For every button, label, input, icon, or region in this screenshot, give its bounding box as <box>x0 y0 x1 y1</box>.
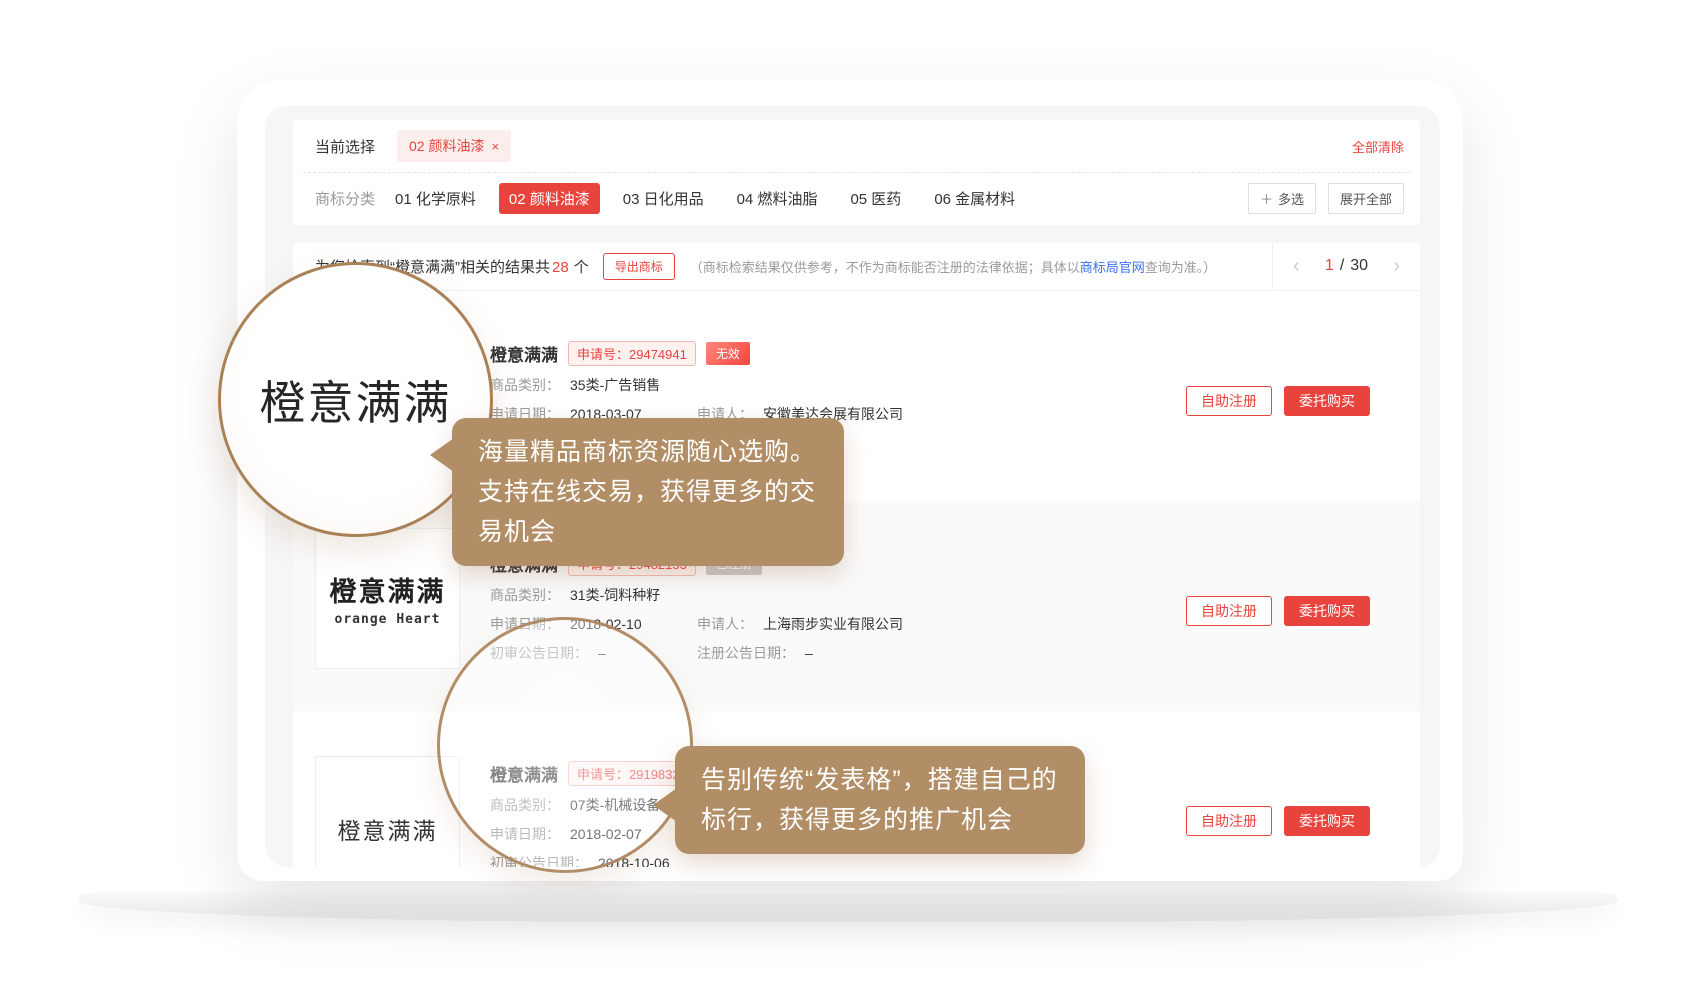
field-value: – <box>805 645 813 661</box>
marketplace-tooltip-text: 海量精品商标资源随心选购。支持在线交易，获得更多的交易机会 <box>478 438 816 546</box>
field-value: 35类-广告销售 <box>570 377 660 393</box>
entrust-purchase-button[interactable]: 委托购买 <box>1284 596 1370 626</box>
category-tools: ＋ 多选 展开全部 <box>1248 183 1404 214</box>
category-item-02-selected[interactable]: 02 颜料油漆 <box>499 183 600 214</box>
current-selection-row: 当前选择 02 颜料油漆 × 全部清除 <box>293 120 1420 172</box>
selected-filter-tag-label: 02 颜料油漆 <box>409 136 484 156</box>
disclaimer-text-post: 查询为准。） <box>1145 260 1217 275</box>
page-separator: / <box>1340 257 1344 275</box>
category-item-04[interactable]: 04 燃料油脂 <box>737 188 818 209</box>
magnifier-circle-row <box>437 617 693 873</box>
prev-page-icon[interactable]: ‹ <box>1293 256 1300 276</box>
laptop-base <box>78 893 1618 922</box>
trademark-image-text-en: orange Heart <box>335 612 441 627</box>
promotion-tooltip-text: 告别传统“发表格”，搭建自己的标行，获得更多的推广机会 <box>701 766 1058 834</box>
row-actions: 自助注册 委托购买 <box>1186 806 1370 836</box>
status-badge: 无效 <box>706 342 750 365</box>
application-number-label: 申请号： <box>577 347 629 362</box>
selected-filter-tag[interactable]: 02 颜料油漆 × <box>397 130 511 162</box>
results-count: 28 <box>552 259 569 276</box>
row-actions: 自助注册 委托购买 <box>1186 596 1370 626</box>
filter-card: 当前选择 02 颜料油漆 × 全部清除 商标分类 01 化学原料 02 颜料油漆… <box>293 120 1420 225</box>
trademark-image-text-cn: 橙意满满 <box>338 812 438 846</box>
trademark-image: 橙意满满 orange Heart <box>315 528 460 669</box>
category-item-06[interactable]: 06 金属材料 <box>934 188 1015 209</box>
magnified-trademark-text: 橙意满满 <box>260 367 452 433</box>
category-item-05[interactable]: 05 医药 <box>850 188 901 209</box>
applicant-field: 申请人： 上海雨步实业有限公司 <box>697 614 903 634</box>
self-register-button[interactable]: 自助注册 <box>1186 806 1272 836</box>
tooltip-arrow-icon <box>653 788 677 822</box>
field-value: 上海雨步实业有限公司 <box>763 616 903 632</box>
expand-all-button[interactable]: 展开全部 <box>1328 183 1404 214</box>
registration-publication-field: 注册公告日期：– <box>697 643 813 663</box>
category-label: 商标分类 <box>315 188 375 209</box>
trademark-name[interactable]: 橙意满满 <box>490 341 558 366</box>
clear-all-button[interactable]: 全部清除 <box>1352 137 1404 156</box>
disclaimer-text-pre: （商标检索结果仅供参考，不作为商标能否注册的法律依据；具体以 <box>690 260 1080 275</box>
remove-filter-icon[interactable]: × <box>491 140 499 153</box>
plus-icon: ＋ <box>1260 189 1273 208</box>
multi-select-button[interactable]: ＋ 多选 <box>1248 183 1316 214</box>
application-number-tag: 申请号：29474941 <box>568 341 696 366</box>
category-item-03[interactable]: 03 日化用品 <box>623 188 704 209</box>
application-number: 29474941 <box>629 347 687 362</box>
trademark-image-text-cn: 橙意满满 <box>330 570 446 609</box>
field-label: 商品类别： <box>490 587 560 603</box>
self-register-button[interactable]: 自助注册 <box>1186 596 1272 626</box>
self-register-button[interactable]: 自助注册 <box>1186 386 1272 416</box>
results-unit: 个 <box>574 259 589 276</box>
row-actions: 自助注册 委托购买 <box>1186 386 1370 416</box>
field-value: 31类-饲料种籽 <box>570 587 660 603</box>
page-background: 当前选择 02 颜料油漆 × 全部清除 商标分类 01 化学原料 02 颜料油漆… <box>0 0 1696 1002</box>
tooltip-arrow-icon <box>430 438 454 472</box>
current-selection-label: 当前选择 <box>315 136 375 157</box>
results-disclaimer: （商标检索结果仅供参考，不作为商标能否注册的法律依据；具体以商标局官网查询为准。… <box>690 257 1217 276</box>
multi-select-label: 多选 <box>1278 189 1304 208</box>
category-item-01[interactable]: 01 化学原料 <box>395 188 476 209</box>
next-page-icon[interactable]: › <box>1393 256 1400 276</box>
field-label: 商品类别： <box>490 377 560 393</box>
promotion-tooltip: 告别传统“发表格”，搭建自己的标行，获得更多的推广机会 <box>675 746 1085 854</box>
pagination: ‹ 1 / 30 › <box>1272 243 1420 289</box>
category-field: 商品类别： 35类-广告销售 <box>490 375 1190 395</box>
trademark-office-link[interactable]: 商标局官网 <box>1080 260 1145 275</box>
category-row: 商标分类 01 化学原料 02 颜料油漆 03 日化用品 04 燃料油脂 05 … <box>293 173 1420 224</box>
trademark-image: 橙意满满 <box>315 756 460 867</box>
export-trademark-button[interactable]: 导出商标 <box>603 253 675 280</box>
field-label: 申请人： <box>697 616 753 632</box>
current-page: 1 <box>1325 257 1334 275</box>
page-indicator: 1 / 30 <box>1325 257 1368 275</box>
results-header: 为您检索到“橙意满满”相关的结果共28个 导出商标 （商标检索结果仅供参考，不作… <box>293 243 1420 291</box>
entrust-purchase-button[interactable]: 委托购买 <box>1284 386 1370 416</box>
category-field: 商品类别： 31类-饲料种籽 <box>490 585 1190 605</box>
trademark-name-line: 橙意满满 申请号：29474941 无效 <box>490 291 1190 366</box>
total-pages: 30 <box>1350 257 1368 275</box>
field-label: 注册公告日期： <box>697 645 795 661</box>
marketplace-tooltip: 海量精品商标资源随心选购。支持在线交易，获得更多的交易机会 <box>452 418 844 566</box>
entrust-purchase-button[interactable]: 委托购买 <box>1284 806 1370 836</box>
